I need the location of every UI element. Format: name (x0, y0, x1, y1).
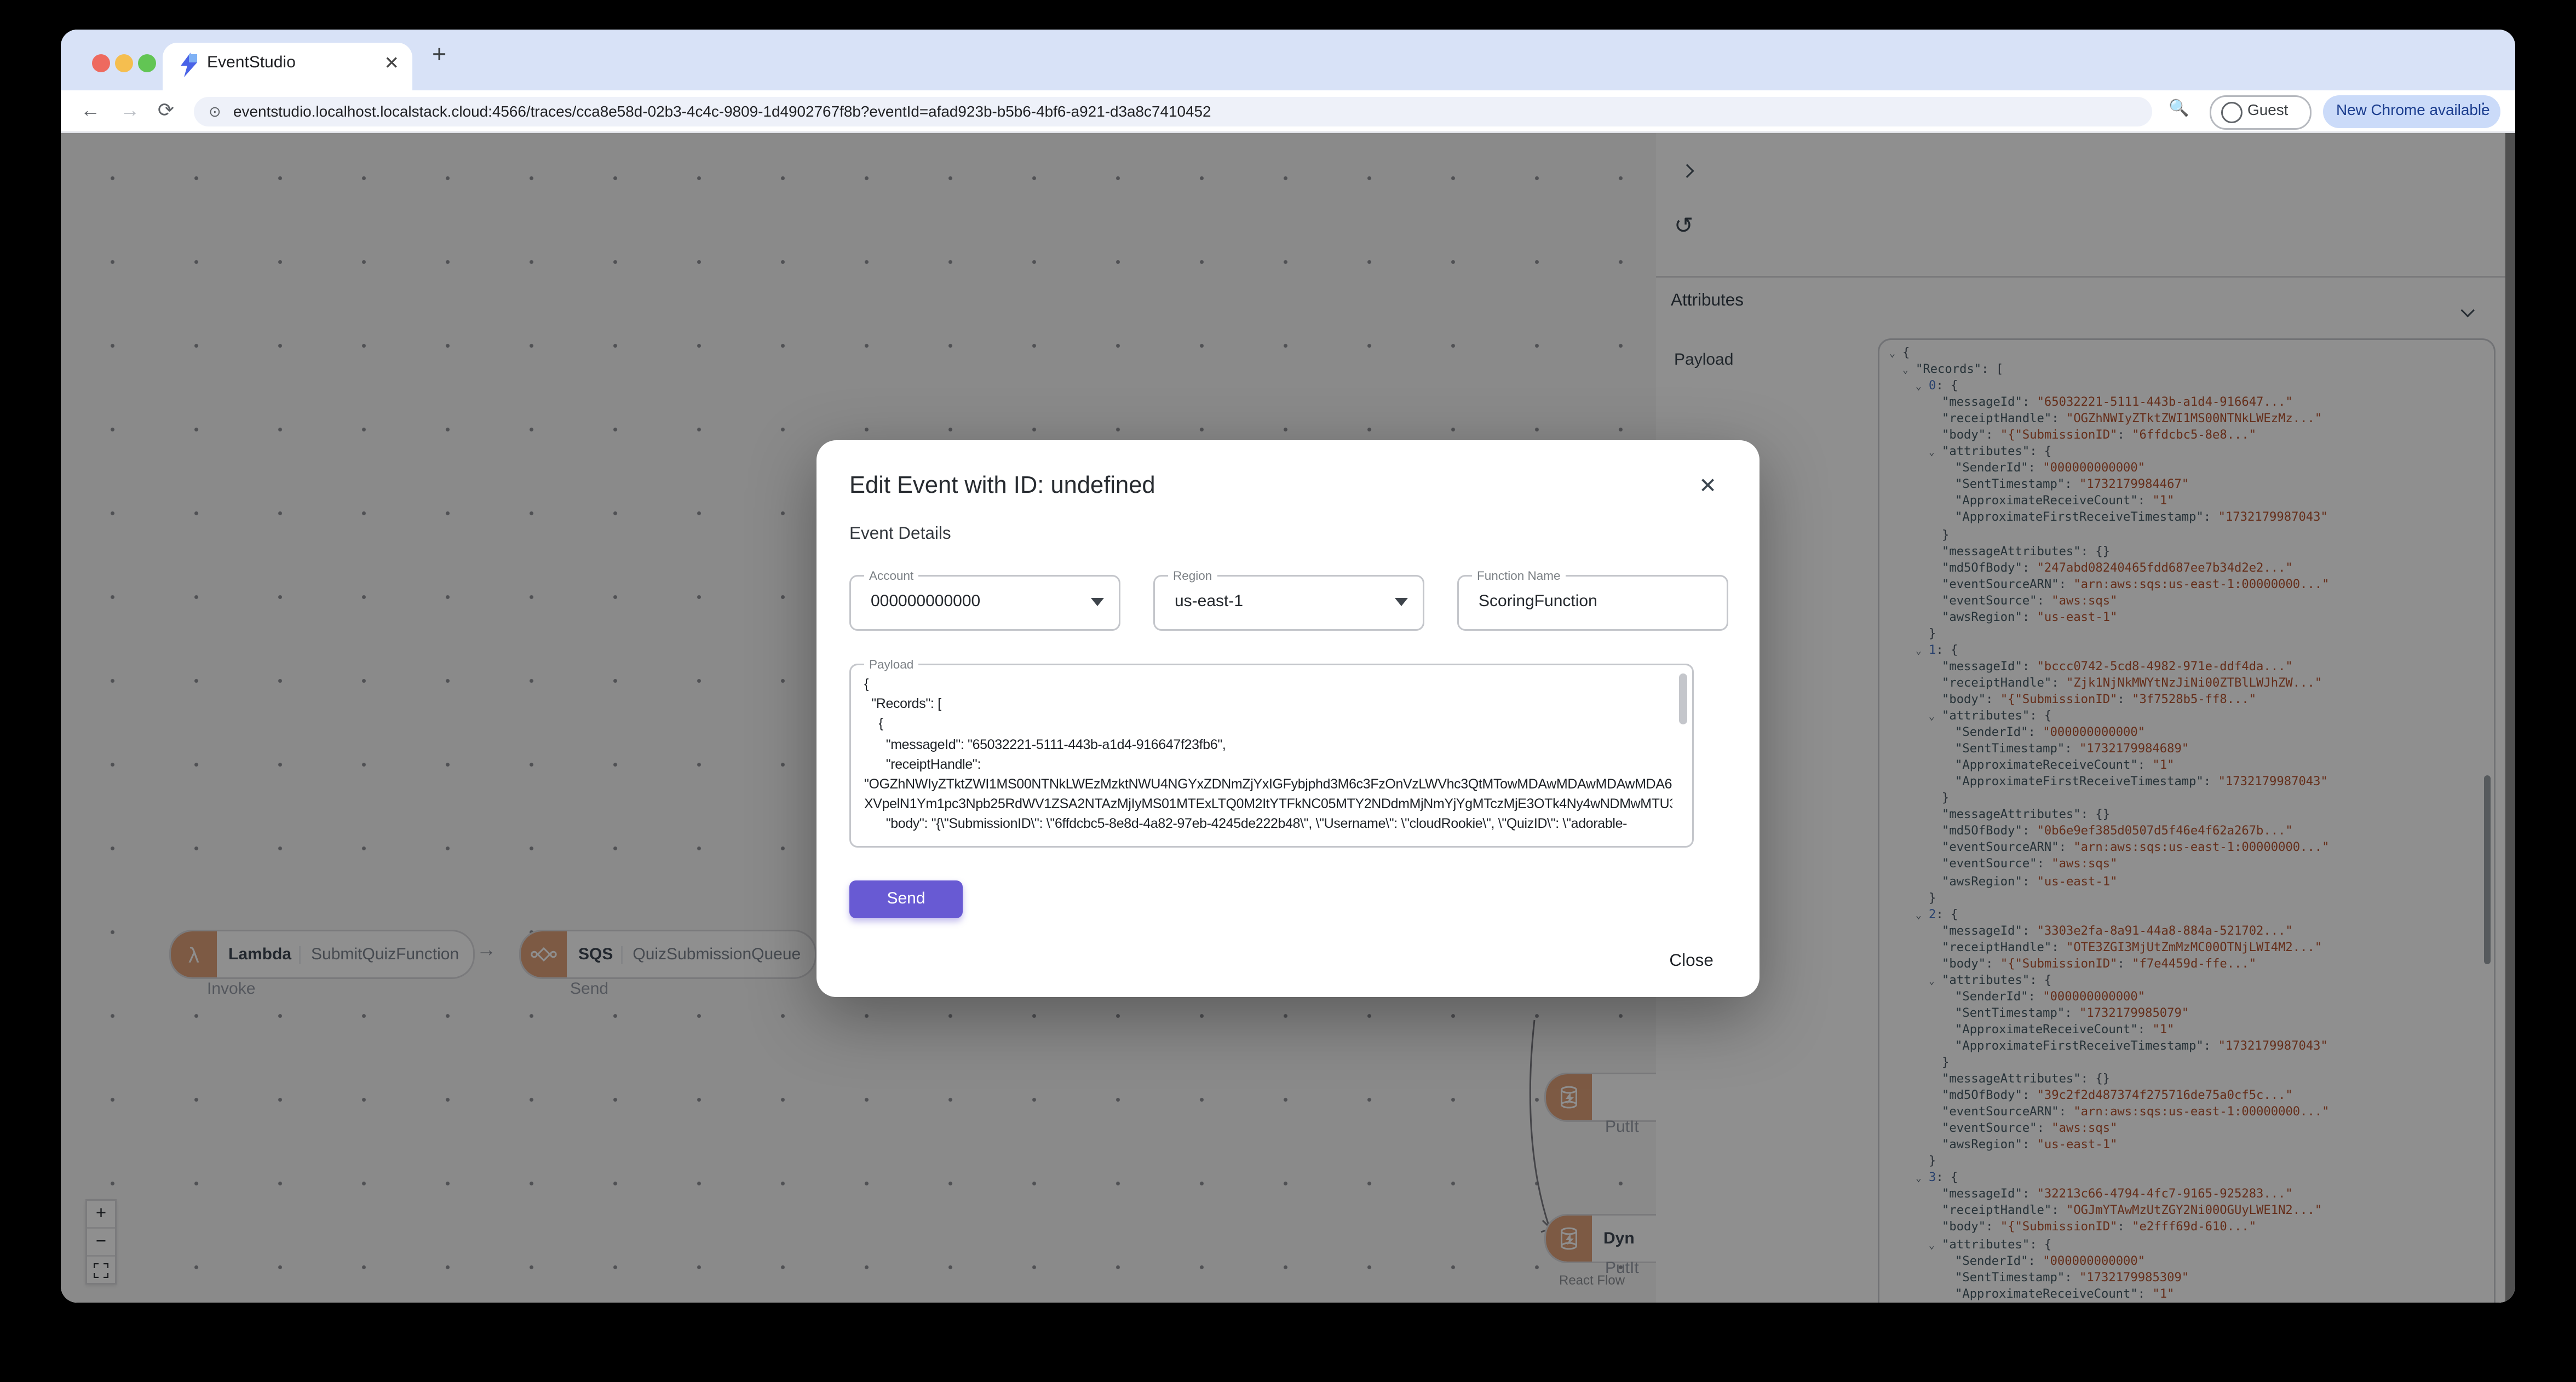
function-name-label: Function Name (1472, 568, 1566, 583)
tab-strip: EventStudio ✕ + (61, 30, 2515, 90)
region-value: us-east-1 (1175, 593, 1244, 611)
function-name-field[interactable]: Function Name ScoringFunction (1457, 568, 1728, 631)
payload-field-label: Payload (864, 657, 919, 672)
chrome-update-label: New Chrome available (2336, 101, 2490, 118)
kebab-menu-icon[interactable]: ⋮ (2476, 100, 2491, 118)
minimize-window-button[interactable] (115, 53, 133, 72)
region-label: Region (1168, 568, 1217, 583)
zoom-window-button[interactable] (138, 53, 156, 72)
payload-line: "Records": [ (864, 695, 941, 712)
send-button[interactable]: Send (849, 880, 963, 918)
payload-scrollbar[interactable] (1679, 673, 1687, 724)
close-window-button[interactable] (92, 53, 110, 72)
tab-title: EventStudio (207, 54, 296, 72)
address-bar[interactable]: ⊙ eventstudio.localhost.localstack.cloud… (194, 96, 2152, 126)
tab-close-icon[interactable]: ✕ (384, 53, 399, 76)
browser-toolbar: ← → ⟳ ⊙ eventstudio.localhost.localstack… (61, 90, 2515, 133)
payload-line: "messageId": "65032221-5111-443b-a1d4-91… (864, 735, 1226, 752)
zoom-out-page-icon[interactable]: 🔍 (2169, 100, 2189, 118)
dropdown-caret-icon (1395, 598, 1408, 606)
function-name-value: ScoringFunction (1479, 593, 1597, 611)
payload-line: "body": "{\"SubmissionID\": \"6ffdcbc5-8… (864, 815, 1628, 832)
payload-textarea[interactable]: Payload { "Records": [ { "messageId": "6… (849, 657, 1694, 848)
dialog-title: Edit Event with ID: undefined (849, 473, 1155, 499)
payload-line: { (864, 675, 869, 692)
payload-line: "receiptHandle": (864, 755, 981, 772)
account-label: Account (864, 568, 919, 583)
profile-button[interactable]: Guest (2210, 94, 2312, 129)
tab-eventstudio[interactable]: EventStudio ✕ (163, 43, 412, 90)
account-select[interactable]: Account 000000000000 (849, 568, 1120, 631)
region-select[interactable]: Region us-east-1 (1153, 568, 1424, 631)
reload-icon[interactable]: ⟳ (151, 95, 181, 125)
close-button[interactable]: Close (1669, 951, 1714, 971)
event-details-heading: Event Details (849, 524, 951, 544)
payload-line: { (864, 715, 883, 732)
new-tab-button[interactable]: + (432, 41, 446, 69)
payload-text: { "Records": [ { "messageId": "65032221-… (864, 673, 1672, 839)
dialog-close-icon[interactable]: ✕ (1699, 473, 1717, 499)
dropdown-caret-icon (1091, 598, 1104, 606)
payload-line: "OGZhNWIyZTktZWI1MS00NTNkLWEzMzktNWU4NGY… (864, 775, 1672, 792)
avatar-icon (2221, 101, 2242, 123)
account-value: 000000000000 (871, 593, 981, 611)
payload-line: XVpelN1Ym1pc3Npb25RdWV1ZSA2NTAzMjIyMS01M… (864, 795, 1672, 812)
send-button-label: Send (887, 890, 925, 908)
url-text: eventstudio.localhost.localstack.cloud:4… (233, 102, 1211, 119)
desktop: EventStudio ✕ + ← → ⟳ ⊙ eventstudio.loca… (0, 0, 2576, 1381)
back-icon[interactable]: ← (76, 95, 105, 125)
site-settings-icon[interactable]: ⊙ (209, 103, 221, 121)
profile-label: Guest (2247, 102, 2288, 118)
eventstudio-logo-icon (181, 53, 197, 77)
forward-icon[interactable]: → (115, 95, 145, 125)
browser-window: EventStudio ✕ + ← → ⟳ ⊙ eventstudio.loca… (61, 30, 2515, 1303)
chrome-update-button[interactable]: New Chrome available ⋮ (2323, 94, 2500, 128)
edit-event-dialog: Edit Event with ID: undefined ✕ Event De… (817, 440, 1760, 997)
